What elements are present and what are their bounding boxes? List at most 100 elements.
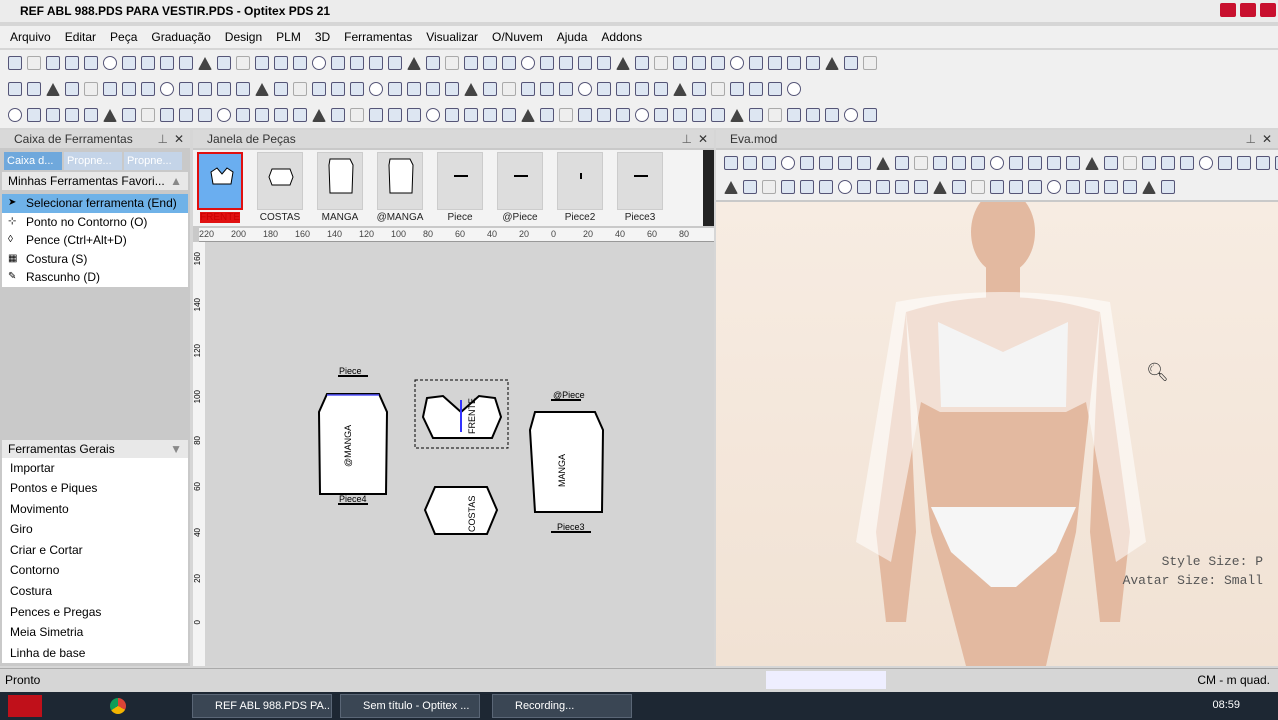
tool-item[interactable]: ▦ Costura (S) (2, 250, 188, 269)
taskbar-item-pds[interactable]: REF ABL 988.PDS PA... (192, 694, 332, 718)
toolbar-tool-icon[interactable] (654, 56, 668, 70)
toolbar-tool-icon[interactable] (578, 56, 592, 70)
toolbar-tool-icon[interactable] (540, 108, 554, 122)
toolbar-tool-icon[interactable] (236, 82, 250, 96)
toolbar-tool-icon[interactable] (255, 82, 269, 96)
piece-thumbnail[interactable] (377, 152, 423, 210)
pieces-scrollbar[interactable] (703, 150, 714, 226)
toolbar-tool-icon[interactable] (692, 82, 706, 96)
toolbar-tool-icon[interactable] (521, 108, 535, 122)
tool-group-item[interactable]: Pences e Pregas (2, 602, 188, 623)
toolbar-tool-icon[interactable] (844, 108, 858, 122)
toolbar-tool-icon[interactable] (483, 108, 497, 122)
toolbar-tool-icon[interactable] (464, 108, 478, 122)
piece-thumbnail[interactable] (317, 152, 363, 210)
toolbar-tool-icon[interactable] (198, 56, 212, 70)
tool-group-item[interactable]: Criar e Cortar (2, 540, 188, 561)
menu-pea[interactable]: Peça (110, 30, 137, 44)
toolbar-tool-icon[interactable] (103, 108, 117, 122)
toolbar-tool-icon[interactable] (787, 56, 801, 70)
piece-thumbnail[interactable] (497, 152, 543, 210)
toolbar-tool-icon[interactable] (407, 82, 421, 96)
toolbar-tool-icon[interactable] (8, 108, 22, 122)
toolbar-tool-icon[interactable] (768, 108, 782, 122)
toolbar-tool-icon[interactable] (952, 156, 966, 170)
toolbar-tool-icon[interactable] (863, 56, 877, 70)
toolbar-tool-icon[interactable] (141, 56, 155, 70)
toolbar-tool-icon[interactable] (198, 108, 212, 122)
tool-group-item[interactable]: Movimento (2, 499, 188, 520)
piece-thumbnail[interactable] (617, 152, 663, 210)
menu-ferramentas[interactable]: Ferramentas (344, 30, 412, 44)
toolbar-tool-icon[interactable] (749, 108, 763, 122)
pin-icon[interactable]: ⊥ (1246, 130, 1256, 148)
toolbar-tool-icon[interactable] (65, 108, 79, 122)
toolbar-tool-icon[interactable] (1028, 156, 1042, 170)
toolbar-tool-icon[interactable] (350, 56, 364, 70)
close-button[interactable] (1260, 3, 1276, 17)
menu-design[interactable]: Design (225, 30, 262, 44)
toolbar-tool-icon[interactable] (407, 108, 421, 122)
toolbar-tool-icon[interactable] (521, 56, 535, 70)
toolbar-tool-icon[interactable] (1104, 180, 1118, 194)
toolbar-tool-icon[interactable] (236, 56, 250, 70)
toolbar-tool-icon[interactable] (819, 156, 833, 170)
favorites-header[interactable]: Minhas Ferramentas Favori... ▲ (2, 172, 188, 190)
toolbar-tool-icon[interactable] (825, 108, 839, 122)
toolbar-tool-icon[interactable] (1199, 156, 1213, 170)
toolbar-tool-icon[interactable] (331, 82, 345, 96)
toolbar-tool-icon[interactable] (312, 56, 326, 70)
toolbar-tool-icon[interactable] (407, 56, 421, 70)
toolbar-tool-icon[interactable] (27, 82, 41, 96)
toolbar-tool-icon[interactable] (952, 180, 966, 194)
toolbar-tool-icon[interactable] (1161, 180, 1175, 194)
toolbar-tool-icon[interactable] (762, 156, 776, 170)
tool-group-item[interactable]: Linha de base (2, 643, 188, 664)
toolbar-tool-icon[interactable] (84, 56, 98, 70)
toolbar-tool-icon[interactable] (578, 82, 592, 96)
toolbar-tool-icon[interactable] (781, 180, 795, 194)
tool-group-item[interactable]: Contorno (2, 560, 188, 581)
toolbar-tool-icon[interactable] (160, 82, 174, 96)
toolbar-tool-icon[interactable] (838, 180, 852, 194)
pattern-canvas[interactable]: Piece Piece4 @Piece Piece3 @MANGA FRENTE… (205, 242, 714, 666)
toolbar-tool-icon[interactable] (749, 56, 763, 70)
toolbar-tool-icon[interactable] (914, 180, 928, 194)
toolbar-tool-icon[interactable] (1256, 156, 1270, 170)
toolbar-tool-icon[interactable] (65, 82, 79, 96)
toolbar-tool-icon[interactable] (369, 108, 383, 122)
toolbar-tool-icon[interactable] (559, 82, 573, 96)
toolbar-tool-icon[interactable] (426, 82, 440, 96)
start-button[interactable] (8, 695, 42, 717)
close-icon[interactable]: ✕ (1262, 130, 1272, 148)
toolbar-tool-icon[interactable] (274, 108, 288, 122)
toolbar-tool-icon[interactable] (806, 56, 820, 70)
toolbar-tool-icon[interactable] (597, 82, 611, 96)
toolbar-tool-icon[interactable] (635, 56, 649, 70)
toolbar-tool-icon[interactable] (236, 108, 250, 122)
toolbar-tool-icon[interactable] (179, 82, 193, 96)
toolbar-tool-icon[interactable] (1123, 156, 1137, 170)
toolbar-tool-icon[interactable] (635, 82, 649, 96)
toolbar-tool-icon[interactable] (388, 56, 402, 70)
toolbar-tool-icon[interactable] (895, 156, 909, 170)
toolbar-tool-icon[interactable] (255, 108, 269, 122)
toolbar-tool-icon[interactable] (1104, 156, 1118, 170)
toolbar-tool-icon[interactable] (1009, 156, 1023, 170)
toolbar-tool-icon[interactable] (673, 56, 687, 70)
tool-item[interactable]: ⊹ Ponto no Contorno (O) (2, 213, 188, 232)
toolbar-tool-icon[interactable] (1066, 156, 1080, 170)
toolbar-tool-icon[interactable] (369, 82, 383, 96)
toolbar-tool-icon[interactable] (445, 56, 459, 70)
menu-ajuda[interactable]: Ajuda (557, 30, 588, 44)
toolbar-tool-icon[interactable] (673, 82, 687, 96)
toolbar-tool-icon[interactable] (388, 108, 402, 122)
toolbar-tool-icon[interactable] (743, 156, 757, 170)
toolbar-tool-icon[interactable] (762, 180, 776, 194)
menu-graduao[interactable]: Graduação (151, 30, 210, 44)
toolbar-tool-icon[interactable] (160, 108, 174, 122)
toolbar-tool-icon[interactable] (312, 82, 326, 96)
taskbar-item-optitex[interactable]: Sem título - Optitex ... (340, 694, 480, 718)
toolbar-tool-icon[interactable] (388, 82, 402, 96)
toolbar-tool-icon[interactable] (933, 180, 947, 194)
